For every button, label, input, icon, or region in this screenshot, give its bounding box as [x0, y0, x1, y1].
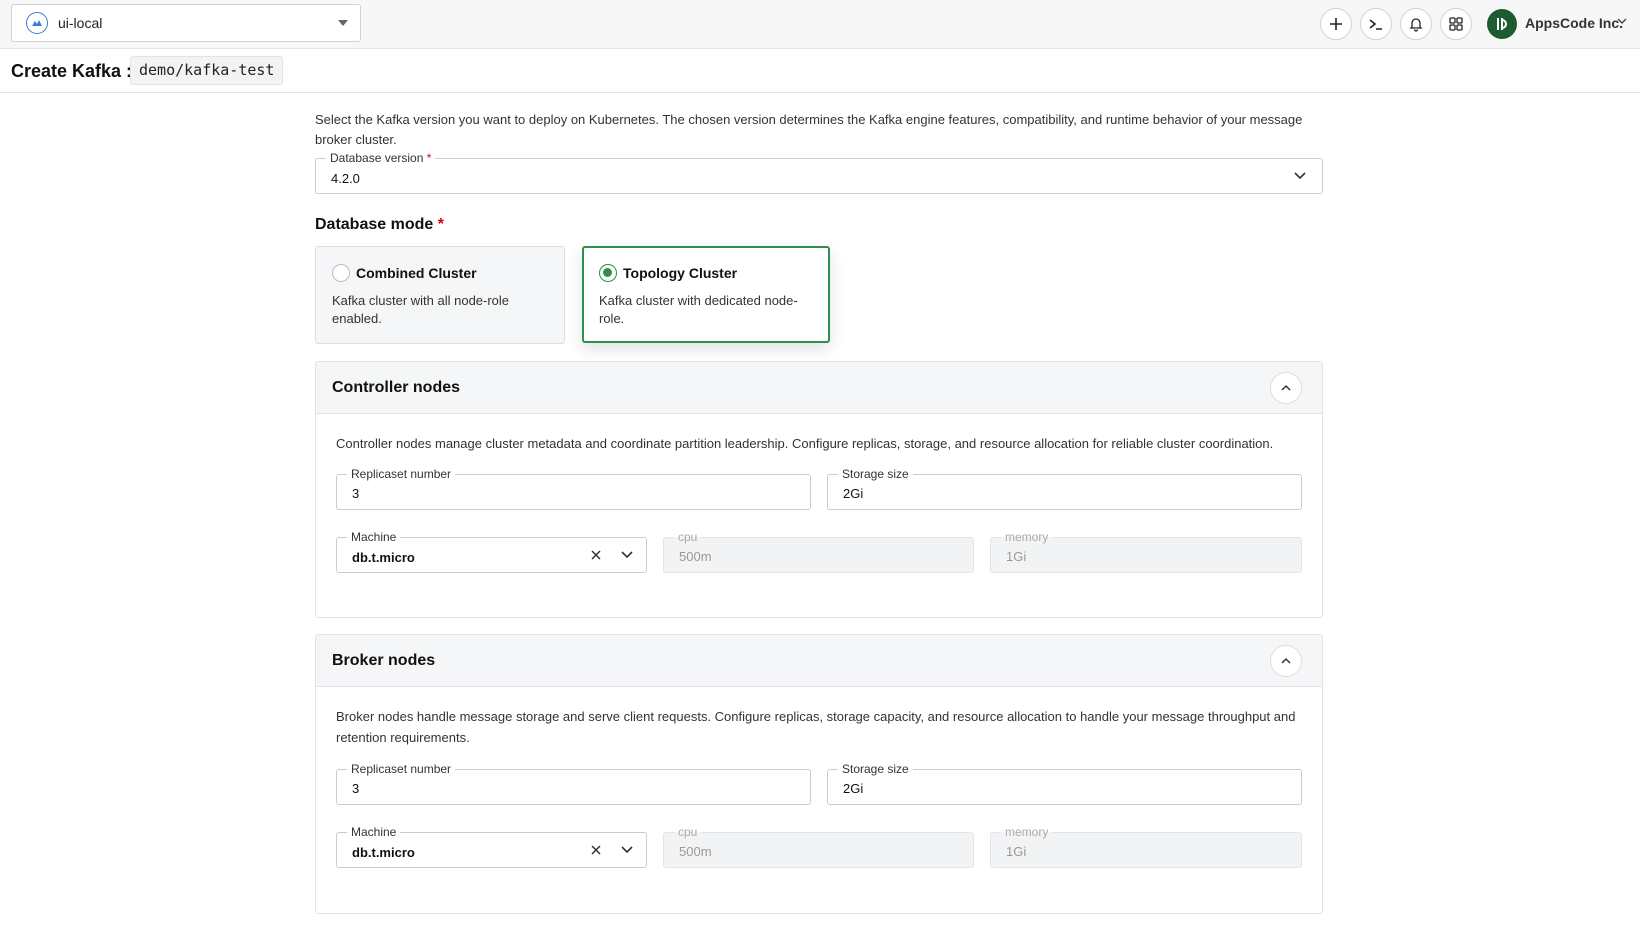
resource-name-badge: demo/kafka-test: [130, 56, 284, 85]
database-version-value: 4.2.0: [331, 171, 360, 186]
storage-size-input[interactable]: Storage size 2Gi: [827, 762, 1302, 805]
field-value: 3: [352, 486, 360, 501]
field-value: db.t.micro: [352, 845, 415, 860]
chevron-up-icon: [1281, 384, 1291, 391]
mode-card-title: Topology Cluster: [623, 265, 738, 281]
chevron-down-icon: [1294, 172, 1306, 180]
mode-card-combined-cluster[interactable]: Combined Cluster Kafka cluster with all …: [315, 246, 565, 344]
field-label: memory: [1001, 530, 1053, 544]
cluster-name: ui-local: [58, 15, 103, 31]
chevron-up-icon: [1281, 657, 1291, 664]
database-version-select[interactable]: Database version * 4.2.0: [315, 151, 1323, 194]
field-label: Replicaset number: [347, 467, 456, 481]
terminal-button[interactable]: [1360, 8, 1392, 40]
cluster-logo-icon: [26, 12, 48, 34]
panel-description: Broker nodes handle message storage and …: [336, 709, 1296, 745]
field-label: Storage size: [838, 467, 913, 481]
field-label: cpu: [674, 530, 702, 544]
cluster-selector[interactable]: ui-local: [11, 4, 361, 42]
panel-title: Broker nodes: [332, 652, 436, 669]
field-value: db.t.micro: [352, 550, 415, 565]
field-value: 1Gi: [1006, 549, 1027, 564]
chevron-down-icon: [338, 20, 348, 26]
notifications-button[interactable]: [1400, 8, 1432, 40]
field-label: Replicaset number: [347, 762, 456, 776]
database-mode-label: Database mode *: [315, 216, 444, 233]
replicaset-number-input[interactable]: Replicaset number 3: [336, 762, 811, 805]
org-name[interactable]: AppsCode Inc.: [1525, 15, 1623, 31]
mode-card-topology-cluster[interactable]: Topology Cluster Kafka cluster with dedi…: [582, 246, 830, 343]
storage-size-input[interactable]: Storage size 2Gi: [827, 467, 1302, 510]
chevron-down-icon[interactable]: [620, 550, 634, 560]
cpu-input: cpu 500m: [663, 530, 974, 573]
close-icon[interactable]: [589, 843, 603, 857]
cpu-input: cpu 500m: [663, 825, 974, 868]
org-avatar[interactable]: [1487, 9, 1517, 39]
machine-select[interactable]: Machine db.t.micro: [336, 530, 647, 573]
top-bar: ui-local AppsCode Inc.: [0, 0, 1640, 49]
mode-card-title: Combined Cluster: [356, 265, 477, 281]
field-label: Storage size: [838, 762, 913, 776]
collapse-button[interactable]: [1270, 645, 1302, 677]
chevron-down-icon[interactable]: [620, 845, 634, 855]
field-value: 1Gi: [1006, 844, 1027, 859]
field-value: 500m: [679, 549, 712, 564]
panel-description: Controller nodes manage cluster metadata…: [336, 436, 1274, 451]
page-header: Create Kafka : demo/kafka-test: [0, 49, 1640, 93]
field-value: 500m: [679, 844, 712, 859]
field-label: cpu: [674, 825, 702, 839]
memory-input: memory 1Gi: [990, 825, 1302, 868]
chevron-down-icon[interactable]: [1617, 17, 1627, 25]
machine-select[interactable]: Machine db.t.micro: [336, 825, 647, 868]
radio-topology-cluster[interactable]: [599, 264, 617, 282]
close-icon[interactable]: [589, 548, 603, 562]
controller-nodes-panel: Controller nodes Controller nodes manage…: [315, 361, 1323, 618]
radio-combined-cluster[interactable]: [332, 264, 350, 282]
memory-input: memory 1Gi: [990, 530, 1302, 573]
add-button[interactable]: [1320, 8, 1352, 40]
bell-icon: [1409, 18, 1423, 32]
collapse-button[interactable]: [1270, 372, 1302, 404]
broker-nodes-header[interactable]: Broker nodes: [316, 635, 1322, 687]
apps-button[interactable]: [1440, 8, 1472, 40]
field-value: 2Gi: [843, 781, 864, 796]
field-value: 2Gi: [843, 486, 864, 501]
controller-nodes-header[interactable]: Controller nodes: [316, 362, 1322, 414]
mode-card-description: Kafka cluster with dedicated node-role.: [599, 293, 798, 326]
field-label: Machine: [347, 530, 401, 544]
panel-title: Controller nodes: [332, 379, 461, 396]
apps-grid-icon: [1449, 17, 1463, 31]
version-description: Select the Kafka version you want to dep…: [315, 112, 1303, 147]
field-value: 3: [352, 781, 360, 796]
field-label: Machine: [347, 825, 401, 839]
replicaset-number-input[interactable]: Replicaset number 3: [336, 467, 811, 510]
broker-nodes-panel: Broker nodes Broker nodes handle message…: [315, 634, 1323, 914]
add-icon: [1330, 18, 1342, 30]
database-version-label: Database version *: [326, 151, 436, 165]
page-title: Create Kafka :: [11, 61, 133, 81]
mode-card-description: Kafka cluster with all node-role enabled…: [332, 293, 510, 326]
terminal-icon: [1369, 19, 1382, 30]
field-label: memory: [1001, 825, 1053, 839]
